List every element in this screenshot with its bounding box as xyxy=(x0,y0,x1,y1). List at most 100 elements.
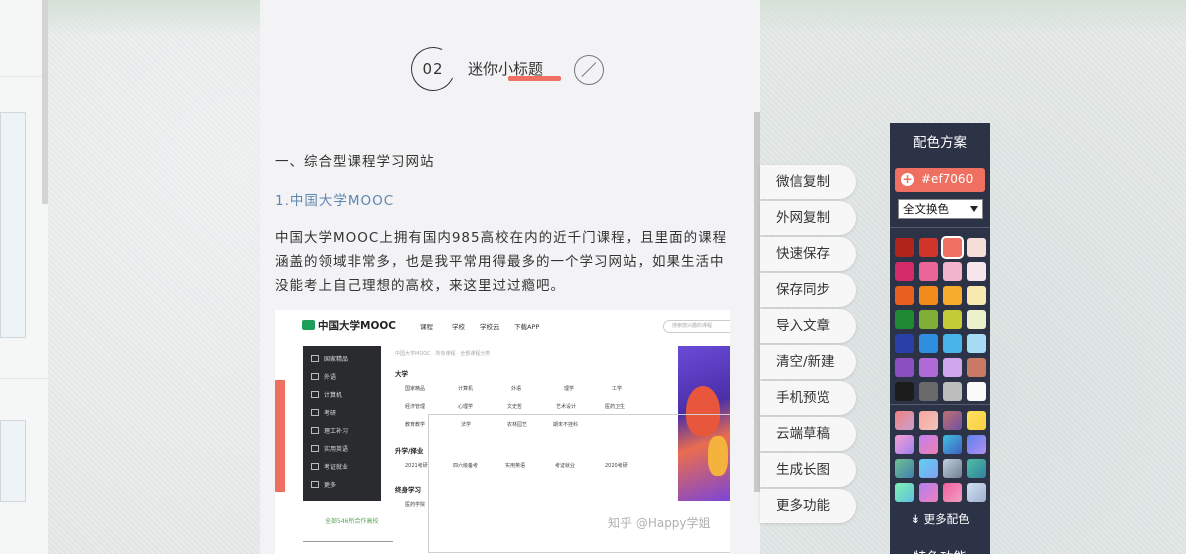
screenshot-cell: 医药学院 xyxy=(405,502,426,508)
screenshot-side-item: 考研 xyxy=(311,408,336,417)
color-swatch[interactable] xyxy=(967,382,986,401)
screenshot-nav-item: 下载APP xyxy=(514,323,540,331)
gradient-swatch[interactable] xyxy=(895,459,914,478)
editor-divider xyxy=(0,378,48,379)
color-swatch[interactable] xyxy=(943,358,962,377)
more-colors-button[interactable]: ↡ 更多配色 xyxy=(890,511,990,527)
gradient-swatch[interactable] xyxy=(919,483,938,502)
screenshot-side-item: 更多 xyxy=(311,480,336,489)
mini-title-number: 02 xyxy=(422,60,444,78)
gradient-swatch[interactable] xyxy=(967,435,986,454)
screenshot-header: 中国大学MOOC 课程 学校 学校云 下载APP 搜索感兴趣的课程 xyxy=(275,310,730,340)
mooc-logo-icon xyxy=(302,320,315,330)
gradient-swatch[interactable] xyxy=(895,435,914,454)
more-functions-button[interactable]: 更多功能 xyxy=(760,489,856,523)
color-swatch[interactable] xyxy=(895,334,914,353)
editor-image-snippet xyxy=(0,420,26,502)
color-swatch[interactable] xyxy=(919,334,938,353)
gradient-swatch[interactable] xyxy=(967,411,986,430)
mooc-logo-text: 中国大学MOOC xyxy=(318,320,397,332)
left-scrollbar[interactable] xyxy=(42,0,48,204)
screenshot-cell: 艺术设计 xyxy=(556,404,577,410)
mini-title-block: 02 迷你小标题 xyxy=(404,40,606,98)
panel-divider xyxy=(890,227,990,228)
color-swatch[interactable] xyxy=(895,358,914,377)
cloud-draft-button[interactable]: 云端草稿 xyxy=(760,417,856,451)
screenshot-cell: 计算机 xyxy=(458,386,474,392)
gradient-swatch[interactable] xyxy=(919,411,938,430)
color-scope-select[interactable]: 全文换色 xyxy=(898,199,983,219)
color-swatch[interactable] xyxy=(919,238,938,257)
article-screenshot-image: 中国大学MOOC 课程 学校 学校云 下载APP 搜索感兴趣的课程 国家精品 外… xyxy=(275,310,730,554)
screenshot-cell: 理学 xyxy=(564,386,575,392)
screenshot-nav-item: 学校云 xyxy=(480,323,500,331)
save-sync-button[interactable]: 保存同步 xyxy=(760,273,856,307)
screenshot-nav-item: 课程 xyxy=(420,323,433,331)
quick-save-button[interactable]: 快速保存 xyxy=(760,237,856,271)
color-panel-title: 配色方案 xyxy=(913,135,967,151)
left-editor-pane xyxy=(0,0,48,554)
gradient-swatch[interactable] xyxy=(919,459,938,478)
import-article-button[interactable]: 导入文章 xyxy=(760,309,856,343)
external-copy-button[interactable]: 外网复制 xyxy=(760,201,856,235)
chevron-down-icon xyxy=(970,206,978,212)
sub-heading: 1.中国大学MOOC xyxy=(275,193,395,209)
gradient-swatch[interactable] xyxy=(967,459,986,478)
color-swatch[interactable] xyxy=(919,262,938,281)
gradient-swatch[interactable] xyxy=(943,483,962,502)
editor-divider xyxy=(0,76,48,77)
color-swatch[interactable] xyxy=(943,334,962,353)
color-swatch[interactable] xyxy=(895,238,914,257)
screenshot-breadcrumb: 中国大学MOOC · 所有课程 · 全部课程分类 xyxy=(395,351,491,357)
color-swatch[interactable] xyxy=(941,236,964,259)
gradient-swatch[interactable] xyxy=(919,435,938,454)
screenshot-side-item: 外语 xyxy=(311,372,336,381)
color-swatch[interactable] xyxy=(967,358,986,377)
color-swatch[interactable] xyxy=(895,310,914,329)
color-swatch[interactable] xyxy=(919,382,938,401)
gradient-swatch[interactable] xyxy=(943,411,962,430)
clear-new-button[interactable]: 清空/新建 xyxy=(760,345,856,379)
double-chevron-down-icon: ↡ xyxy=(910,512,924,526)
screenshot-cell: 工学 xyxy=(612,386,623,392)
screenshot-cell: 教育教学 xyxy=(405,422,426,428)
add-color-icon[interactable]: + xyxy=(901,173,914,186)
color-swatch[interactable] xyxy=(919,310,938,329)
color-swatch[interactable] xyxy=(895,262,914,281)
section-heading: 一、综合型课程学习网站 xyxy=(275,154,435,170)
gradient-swatch[interactable] xyxy=(895,483,914,502)
color-swatch[interactable] xyxy=(919,286,938,305)
current-color-hex: #ef7060 xyxy=(921,172,974,186)
color-swatch[interactable] xyxy=(967,286,986,305)
gradient-swatch[interactable] xyxy=(895,411,914,430)
screenshot-divider xyxy=(303,541,393,542)
gradient-swatch[interactable] xyxy=(943,459,962,478)
color-scheme-panel: 配色方案 + #ef7060 全文换色 ↡ 更多配色 特色功能 xyxy=(890,123,990,554)
color-swatch[interactable] xyxy=(967,238,986,257)
color-swatch[interactable] xyxy=(943,262,962,281)
color-swatch[interactable] xyxy=(943,286,962,305)
color-swatch[interactable] xyxy=(943,310,962,329)
mooc-logo: 中国大学MOOC xyxy=(302,318,396,333)
screenshot-side-item: 国家精品 xyxy=(311,354,348,363)
wechat-copy-button[interactable]: 微信复制 xyxy=(760,165,856,199)
color-swatch[interactable] xyxy=(943,382,962,401)
color-swatch[interactable] xyxy=(967,334,986,353)
color-swatch[interactable] xyxy=(895,286,914,305)
mobile-preview-button[interactable]: 手机预览 xyxy=(760,381,856,415)
screenshot-cell: 外语 xyxy=(511,386,522,392)
color-swatch[interactable] xyxy=(919,358,938,377)
screenshot-side-item: 理工补习 xyxy=(311,426,348,435)
special-features-label: 特色功能 xyxy=(890,546,990,554)
screenshot-category-title: 终身学习 xyxy=(395,486,421,494)
color-swatch[interactable] xyxy=(895,382,914,401)
generate-long-image-button[interactable]: 生成长图 xyxy=(760,453,856,487)
screenshot-frame xyxy=(428,414,730,553)
mini-title-underline xyxy=(508,76,561,81)
color-swatch[interactable] xyxy=(967,310,986,329)
current-color-field[interactable]: + #ef7060 xyxy=(895,168,985,192)
gradient-swatch[interactable] xyxy=(943,435,962,454)
screenshot-cell: 文史哲 xyxy=(507,404,523,410)
color-swatch[interactable] xyxy=(967,262,986,281)
gradient-swatch[interactable] xyxy=(967,483,986,502)
